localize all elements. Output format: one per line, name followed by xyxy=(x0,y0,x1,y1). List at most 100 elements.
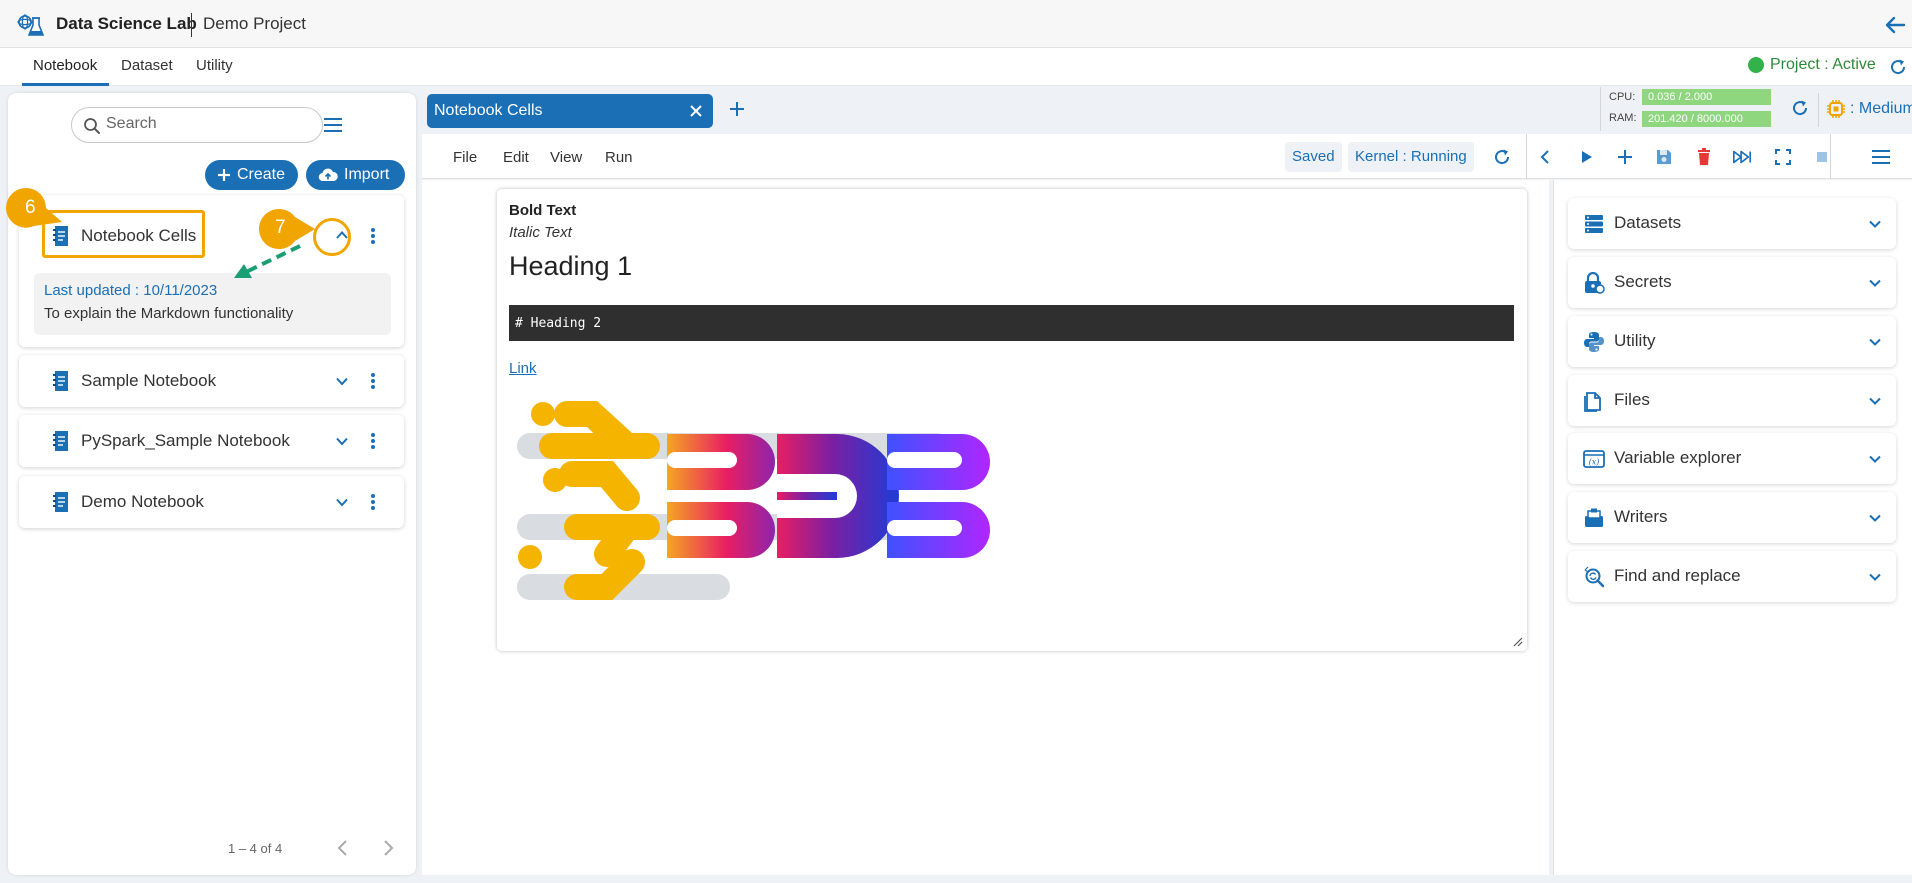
title-separator xyxy=(191,13,192,37)
cpu-label: CPU: xyxy=(1609,91,1636,103)
resize-handle-icon[interactable] xyxy=(1513,637,1523,647)
add-tab-icon[interactable] xyxy=(728,100,746,118)
accordion-utility[interactable]: Utility xyxy=(1568,316,1896,367)
accordion-writers[interactable]: Writers xyxy=(1568,492,1896,543)
restart-kernel-icon[interactable] xyxy=(1492,147,1512,167)
chevron-down-icon xyxy=(1869,220,1881,228)
main-nav: Notebook Dataset Utility xyxy=(0,48,1912,86)
list-menu-icon[interactable] xyxy=(323,117,343,133)
markdown-cell[interactable]: Bold Text Italic Text Heading 1 # Headin… xyxy=(497,189,1527,651)
fullscreen-icon[interactable] xyxy=(1773,147,1793,167)
files-icon xyxy=(1584,392,1601,412)
nav-tab-utility[interactable]: Utility xyxy=(196,57,233,74)
notebook-item-demo-notebook[interactable]: Demo Notebook xyxy=(19,476,404,528)
refresh-resources-icon[interactable] xyxy=(1790,98,1810,118)
notebook-name: Demo Notebook xyxy=(81,492,204,511)
writers-icon xyxy=(1585,508,1603,527)
menu-edit[interactable]: Edit xyxy=(503,149,529,166)
find-replace-icon xyxy=(1584,566,1605,588)
next-page-icon[interactable] xyxy=(381,839,395,857)
notebook-icon xyxy=(53,431,68,451)
project-name: Demo Project xyxy=(203,14,306,33)
previous-cell-icon[interactable] xyxy=(1536,147,1556,167)
accordion-label: Secrets xyxy=(1614,272,1672,291)
active-tab-underline xyxy=(22,83,109,86)
refresh-status-icon[interactable] xyxy=(1888,57,1908,77)
accordion-label: Writers xyxy=(1614,507,1668,526)
cloud-upload-icon xyxy=(318,168,338,182)
secrets-icon xyxy=(1585,272,1605,294)
notebook-item-sample-notebook[interactable]: Sample Notebook xyxy=(19,355,404,407)
accordion-label: Utility xyxy=(1614,331,1656,350)
chevron-down-icon[interactable] xyxy=(334,494,350,510)
chevron-down-icon xyxy=(1869,514,1881,522)
ram-usage-bar: 201.420 / 8000.000 xyxy=(1642,111,1771,127)
stop-icon[interactable] xyxy=(1812,147,1832,167)
marker-6-number: 6 xyxy=(25,197,36,218)
compute-size-label[interactable]: : Medium xyxy=(1850,100,1912,118)
heading-1: Heading 1 xyxy=(509,251,633,281)
chevron-down-icon xyxy=(1869,338,1881,346)
chevron-down-icon[interactable] xyxy=(334,373,350,389)
notebook-name: PySpark_Sample Notebook xyxy=(81,431,290,450)
accordion-datasets[interactable]: Datasets xyxy=(1568,198,1896,249)
chevron-down-icon[interactable] xyxy=(334,433,350,449)
notebook-toolbar: File Edit View Run Saved Kernel : Runnin… xyxy=(422,134,1912,179)
search-box[interactable] xyxy=(71,107,323,143)
markdown-link[interactable]: Link xyxy=(509,360,537,377)
notebook-icon xyxy=(53,371,68,391)
nav-tab-dataset[interactable]: Dataset xyxy=(121,57,173,74)
italic-text: Italic Text xyxy=(509,224,572,241)
create-button[interactable]: Create xyxy=(205,160,298,190)
create-button-label: Create xyxy=(237,166,286,183)
project-status-label: Project : Active xyxy=(1770,56,1876,73)
more-options-icon[interactable] xyxy=(370,372,376,390)
previous-page-icon[interactable] xyxy=(336,839,350,857)
notebook-details: Last updated : 10/11/2023 To explain the… xyxy=(34,273,391,335)
delete-cell-icon[interactable] xyxy=(1694,147,1714,167)
app-title: Data Science Lab xyxy=(56,14,197,33)
close-icon[interactable] xyxy=(689,104,703,118)
search-input[interactable] xyxy=(106,115,306,133)
highlight-box xyxy=(42,210,205,258)
menu-run[interactable]: Run xyxy=(605,149,633,166)
tab-notebook-cells[interactable]: Notebook Cells xyxy=(427,94,713,128)
compute-chip-icon xyxy=(1827,100,1845,118)
add-cell-icon[interactable] xyxy=(1615,147,1635,167)
markdown-image xyxy=(517,401,990,600)
run-all-icon[interactable] xyxy=(1732,147,1752,167)
save-icon[interactable] xyxy=(1654,147,1674,167)
python-icon xyxy=(1584,332,1604,352)
notebook-item-pyspark-sample-notebook[interactable]: PySpark_Sample Notebook xyxy=(19,415,404,467)
accordion-find-and-replace[interactable]: Find and replace xyxy=(1568,551,1896,602)
menu-file[interactable]: File xyxy=(453,149,477,166)
menu-view[interactable]: View xyxy=(550,149,582,166)
more-options-icon[interactable] xyxy=(370,227,376,245)
bold-text: Bold Text xyxy=(509,202,577,219)
notebook-icon xyxy=(53,492,68,512)
chevron-down-icon xyxy=(1869,455,1881,463)
last-updated: Last updated : 10/11/2023 xyxy=(44,282,218,299)
toolbar-separator xyxy=(1526,134,1527,179)
accordion-files[interactable]: Files xyxy=(1568,375,1896,426)
top-bar: Data Science Lab Demo Project xyxy=(0,0,1912,48)
resource-usage: CPU: 0.036 / 2.000 RAM: 201.420 / 8000.0… xyxy=(1600,87,1772,131)
accordion-label: Find and replace xyxy=(1614,566,1741,585)
run-cell-icon[interactable] xyxy=(1576,147,1596,167)
tab-label: Notebook Cells xyxy=(434,102,543,119)
import-button[interactable]: Import xyxy=(306,160,405,190)
accordion-variable-explorer[interactable]: (x) Variable explorer xyxy=(1568,433,1896,484)
back-arrow-icon[interactable] xyxy=(1884,14,1906,36)
app-logo-icon xyxy=(17,14,45,36)
more-options-icon[interactable] xyxy=(370,432,376,450)
hamburger-menu-icon[interactable] xyxy=(1871,147,1891,167)
accordion-secrets[interactable]: Secrets xyxy=(1568,257,1896,308)
code-block: # Heading 2 xyxy=(509,305,1514,341)
kernel-status[interactable]: Kernel : Running xyxy=(1348,142,1474,172)
nav-tab-notebook[interactable]: Notebook xyxy=(33,57,97,74)
more-options-icon[interactable] xyxy=(370,493,376,511)
accordion-label: Variable explorer xyxy=(1614,448,1742,467)
plus-icon xyxy=(218,169,230,181)
svg-text:(x): (x) xyxy=(1589,458,1600,467)
pagination-range: 1 – 4 of 4 xyxy=(228,841,283,856)
